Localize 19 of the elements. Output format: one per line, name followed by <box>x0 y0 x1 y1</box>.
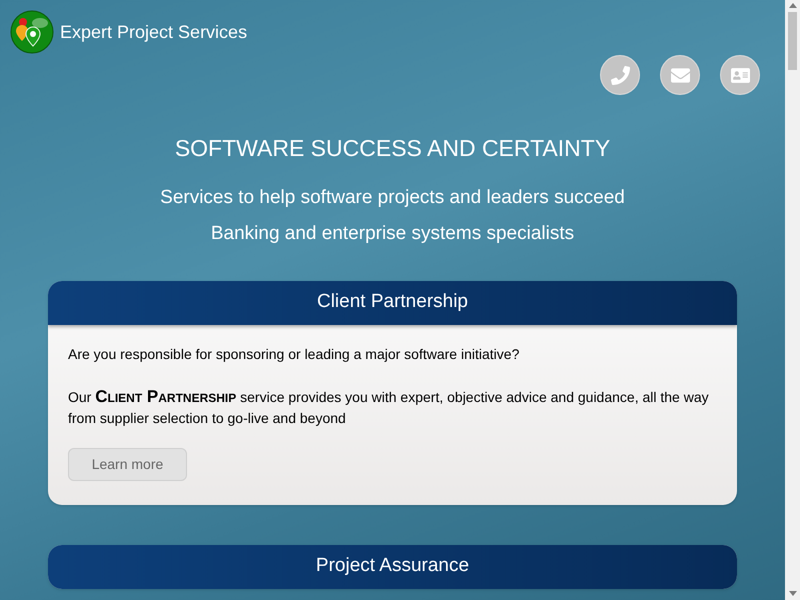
hero-headline: SOFTWARE SUCCESS AND CERTAINTY <box>174 134 610 163</box>
learn-more-button[interactable]: Learn more <box>68 448 187 480</box>
brand-name[interactable]: Expert Project Services <box>60 18 248 46</box>
logo-icon <box>10 10 54 54</box>
hero-tagline: Services to help software projects and leaders succeed <box>160 186 625 210</box>
envelope-icon <box>670 66 690 84</box>
card-paragraph: Are you responsible for sponsoring or leading a major software initiative? <box>68 344 520 364</box>
email-button[interactable] <box>660 55 700 95</box>
card-button[interactable] <box>720 55 760 95</box>
card-title: Client Partnership <box>316 290 468 314</box>
card-paragraph: Our Client Partnership service provides you with expert, objective advice and guidance, all the way from supplier selection to go-live and beyond <box>68 386 710 428</box>
scroll-down-arrow-icon[interactable] <box>788 591 796 596</box>
scrollbar[interactable] <box>785 0 800 600</box>
scrollbar-thumb[interactable] <box>788 12 797 70</box>
card-title: Project Assurance <box>316 554 470 578</box>
phone-button[interactable] <box>600 55 640 95</box>
contact-card-icon <box>730 66 750 84</box>
phone-icon <box>610 66 630 84</box>
hero-tagline: Banking and enterprise systems specialists <box>210 222 574 246</box>
